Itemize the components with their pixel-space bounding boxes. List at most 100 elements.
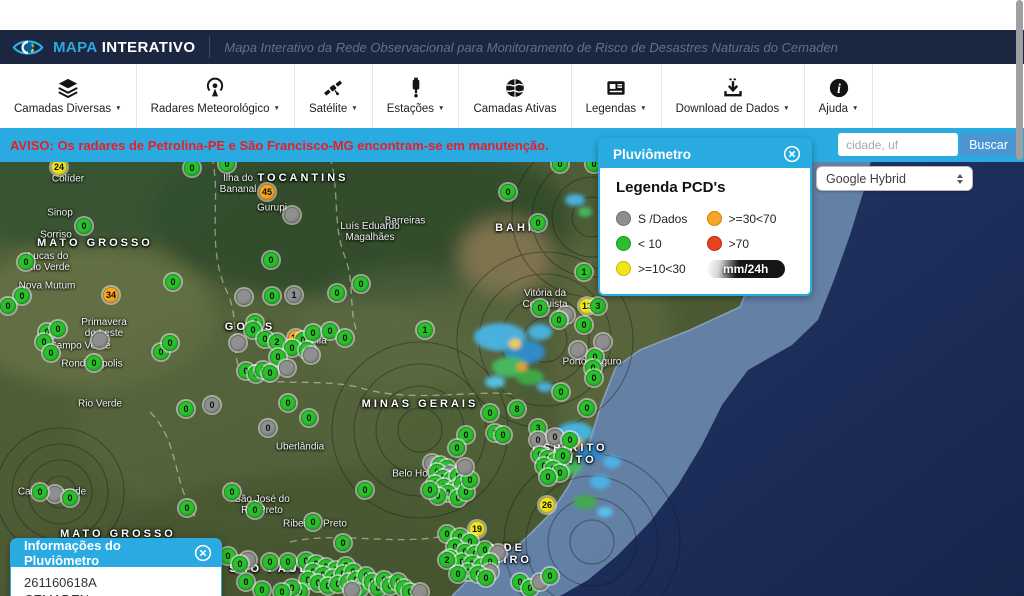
toolbar-item-legendas[interactable]: Legendas ▼ <box>572 64 662 128</box>
pluviometer-marker[interactable]: 0 <box>263 252 279 268</box>
pluviometer-marker[interactable]: 0 <box>540 469 556 485</box>
pluviometer-marker[interactable]: 0 <box>32 484 48 500</box>
pluviometer-marker[interactable]: 0 <box>254 582 270 596</box>
pluviometer-marker[interactable]: 0 <box>449 440 465 456</box>
pluviometer-marker[interactable]: 0 <box>43 345 59 361</box>
pluviometer-marker[interactable]: 0 <box>579 400 595 416</box>
pluviometer-marker[interactable]: 8 <box>509 401 525 417</box>
pluviometer-marker[interactable] <box>595 334 611 350</box>
pluviometer-marker[interactable]: 0 <box>542 568 558 584</box>
pluviometer-marker[interactable]: 0 <box>162 335 178 351</box>
pluviometer-marker[interactable]: 1 <box>576 264 592 280</box>
pluviometer-marker[interactable]: 0 <box>274 584 290 596</box>
pluviometer-marker[interactable]: 0 <box>280 554 296 570</box>
pluviometer-marker[interactable]: 0 <box>0 298 16 314</box>
pluviometer-marker[interactable]: 0 <box>357 482 373 498</box>
pluviometer-marker[interactable]: 0 <box>165 274 181 290</box>
toolbar-item-satelite[interactable]: Satélite ▼ <box>295 64 373 128</box>
pluviometer-marker[interactable]: 0 <box>262 365 278 381</box>
pluviometer-marker[interactable]: 0 <box>482 405 498 421</box>
select-spinner-icon <box>957 174 963 184</box>
pluviometer-marker[interactable]: 0 <box>232 556 248 572</box>
pluviometer-marker[interactable]: 0 <box>305 514 321 530</box>
pluviometer-marker[interactable]: 34 <box>103 287 119 303</box>
page-scrollbar-thumb[interactable] <box>1016 0 1023 160</box>
pluviometer-marker[interactable]: 0 <box>50 321 66 337</box>
pluviometer-marker[interactable] <box>279 360 295 376</box>
pluviometer-marker[interactable]: 3 <box>590 298 606 314</box>
brand-secondary: INTERATIVO <box>102 39 196 56</box>
pluviometer-marker[interactable]: 0 <box>450 566 466 582</box>
toolbar-item-camadas-ativas[interactable]: Camadas Ativas <box>459 64 571 128</box>
pluviometer-marker[interactable]: 0 <box>301 410 317 426</box>
close-icon[interactable] <box>194 544 212 562</box>
pluviometer-marker[interactable]: 0 <box>86 355 102 371</box>
pluviometer-marker[interactable]: 0 <box>322 323 338 339</box>
pluviometer-marker[interactable]: 0 <box>337 330 353 346</box>
toolbar-item-download-de-dados[interactable]: Download de Dados ▼ <box>662 64 805 128</box>
legend-item--10-30: >=10<30 <box>616 261 697 276</box>
pluviometer-marker[interactable] <box>344 582 360 596</box>
brand-text: MAPA INTERATIVO <box>53 39 195 56</box>
pluviometer-marker[interactable]: 0 <box>551 312 567 328</box>
map-canvas[interactable]: MATO GROSSOTOCANTINSBAHIAGOIÁSMINAS GERA… <box>0 162 1024 596</box>
pluviometer-marker[interactable]: 0 <box>478 570 494 586</box>
close-icon[interactable] <box>783 145 801 163</box>
pluviometer-marker[interactable] <box>47 486 63 502</box>
pluviometer-marker[interactable] <box>230 335 246 351</box>
pluviometer-marker[interactable]: 0 <box>553 384 569 400</box>
pluviometer-marker[interactable]: 0 <box>329 285 345 301</box>
pluviometer-marker[interactable]: 0 <box>280 395 296 411</box>
pluviometer-marker[interactable] <box>236 289 252 305</box>
pluviometer-marker[interactable]: 0 <box>562 432 578 448</box>
pluviometer-marker[interactable]: 0 <box>76 218 92 234</box>
pluviometer-marker[interactable]: 0 <box>353 276 369 292</box>
pluviometer-marker[interactable]: 0 <box>247 502 263 518</box>
search-button[interactable]: Buscar <box>960 133 1017 156</box>
pluviometer-marker[interactable] <box>570 342 586 358</box>
toolbar-item-estacoes[interactable]: Estações ▼ <box>373 64 460 128</box>
pluviometer-marker[interactable]: 0 <box>530 432 546 448</box>
pluviometer-marker[interactable]: 0 <box>238 574 254 590</box>
base-layer-select[interactable]: Google Hybrid <box>816 166 973 191</box>
pluviometer-marker[interactable]: 0 <box>547 429 563 445</box>
pluviometer-marker[interactable] <box>303 347 319 363</box>
search-input[interactable] <box>838 133 958 156</box>
pluviometer-marker[interactable]: 1 <box>286 287 302 303</box>
pluviometer-marker[interactable]: 26 <box>539 497 555 513</box>
pluviometer-marker[interactable]: 0 <box>14 288 30 304</box>
pluviometer-marker[interactable]: 0 <box>335 535 351 551</box>
toolbar-item-camadas-diversas[interactable]: Camadas Diversas ▼ <box>0 64 137 128</box>
pluviometer-marker[interactable]: 0 <box>500 184 516 200</box>
pluviometer-marker[interactable]: 1 <box>417 322 433 338</box>
brand[interactable]: MAPA INTERATIVO <box>0 37 209 58</box>
main-toolbar: Camadas Diversas ▼Radares Meteorológico … <box>0 64 1024 129</box>
pluviometer-marker[interactable]: 0 <box>284 340 300 356</box>
pluviometer-marker[interactable]: 0 <box>178 401 194 417</box>
pluviometer-marker[interactable] <box>457 459 473 475</box>
legend-item-label: S /Dados <box>638 212 687 226</box>
pluviometer-marker[interactable]: 45 <box>259 184 275 200</box>
pluviometer-marker[interactable]: 0 <box>204 397 220 413</box>
pluviometer-marker[interactable]: 0 <box>576 317 592 333</box>
pluviometer-marker[interactable]: 0 <box>62 490 78 506</box>
pluviometer-marker[interactable]: 0 <box>260 420 276 436</box>
pluviometer-marker[interactable]: 0 <box>262 554 278 570</box>
pluviometer-marker[interactable]: 0 <box>18 254 34 270</box>
pluviometer-marker[interactable]: 2 <box>439 552 455 568</box>
pluviometer-marker[interactable] <box>412 584 428 596</box>
pluviometer-marker[interactable]: 0 <box>495 427 511 443</box>
toolbar-item-radares-meteorologico[interactable]: Radares Meteorológico ▼ <box>137 64 295 128</box>
pluviometer-marker[interactable]: 0 <box>422 482 438 498</box>
pluviometer-marker[interactable]: 2 <box>269 334 285 350</box>
pluviometer-marker[interactable]: 0 <box>179 500 195 516</box>
pluviometer-marker[interactable]: 0 <box>264 288 280 304</box>
pluviometer-marker[interactable]: 0 <box>532 300 548 316</box>
pluviometer-marker[interactable] <box>92 332 108 348</box>
pluviometer-marker[interactable]: 0 <box>305 325 321 341</box>
pluviometer-marker[interactable] <box>284 207 300 223</box>
pluviometer-marker[interactable]: 0 <box>586 370 602 386</box>
pluviometer-marker[interactable]: 0 <box>530 215 546 231</box>
pluviometer-marker[interactable]: 0 <box>224 484 240 500</box>
toolbar-item-ajuda[interactable]: iAjuda ▼ <box>805 64 874 128</box>
